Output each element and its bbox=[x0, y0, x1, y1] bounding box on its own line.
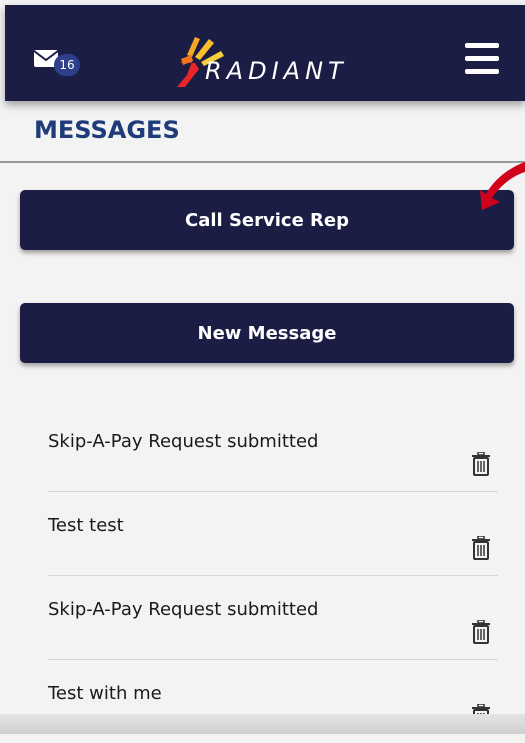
message-list: Skip-A-Pay Request submitted Test test S… bbox=[20, 408, 514, 743]
radiant-logo: RADIANT bbox=[165, 29, 365, 91]
message-list-item[interactable]: Test test bbox=[48, 491, 498, 575]
trash-icon[interactable] bbox=[471, 452, 491, 476]
trash-icon[interactable] bbox=[471, 536, 491, 560]
unread-count-badge: 16 bbox=[54, 54, 80, 76]
hamburger-menu-icon[interactable] bbox=[465, 43, 501, 75]
new-message-button[interactable]: New Message bbox=[20, 303, 514, 363]
app-header: 16 RADIANT bbox=[5, 5, 525, 101]
messages-inbox-button[interactable]: 16 bbox=[33, 48, 85, 78]
message-list-item[interactable]: Skip-A-Pay Request submitted bbox=[48, 575, 498, 659]
message-subject: Skip-A-Pay Request submitted bbox=[48, 599, 319, 620]
logo-wordmark: RADIANT bbox=[205, 57, 348, 85]
menu-bar bbox=[465, 56, 499, 61]
call-service-rep-button[interactable]: Call Service Rep bbox=[20, 190, 514, 250]
message-list-item[interactable]: Skip-A-Pay Request submitted bbox=[20, 408, 514, 491]
message-subject: Test with me bbox=[48, 683, 162, 704]
page-title: MESSAGES bbox=[34, 116, 180, 144]
bottom-edge bbox=[0, 714, 525, 734]
message-subject: Test test bbox=[48, 515, 124, 536]
red-annotation-arrow bbox=[480, 162, 525, 210]
menu-bar bbox=[465, 43, 499, 48]
title-divider bbox=[0, 161, 525, 163]
message-subject: Skip-A-Pay Request submitted bbox=[48, 431, 319, 452]
trash-icon[interactable] bbox=[471, 620, 491, 644]
menu-bar bbox=[465, 69, 499, 74]
